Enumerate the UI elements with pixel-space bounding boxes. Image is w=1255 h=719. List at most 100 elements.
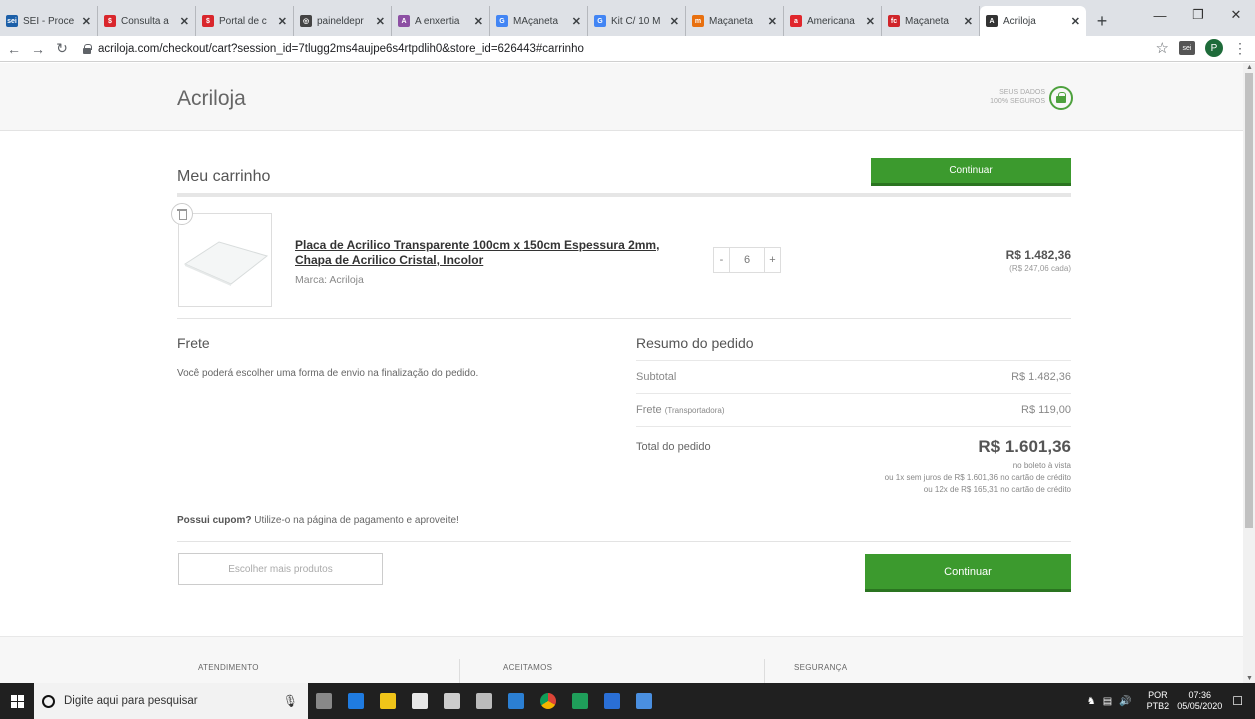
taskbar-search[interactable]: Digite aqui para pesquisar 🎙 (34, 683, 308, 719)
back-icon[interactable]: ← (4, 41, 24, 57)
address-bar: ← → ↻ acriloja.com/checkout/cart?session… (0, 36, 1255, 62)
browser-tab[interactable]: a Americana ✕ (784, 6, 882, 36)
shipping-text: Você poderá escolher uma forma de envio … (177, 368, 479, 379)
choose-more-products-button[interactable]: Escolher mais produtos (178, 553, 383, 585)
microphone-icon[interactable]: 🎙 (283, 694, 298, 708)
product-name-link[interactable]: Placa de Acrilico Transparente 100cm x 1… (295, 238, 695, 268)
tab-close-icon[interactable]: ✕ (278, 15, 287, 28)
qty-minus-button[interactable]: - (713, 247, 730, 273)
browser-tab[interactable]: G MAçaneta ✕ (490, 6, 588, 36)
windows-taskbar: Digite aqui para pesquisar 🎙 ♞ ▤ 🔊 POR P… (0, 683, 1255, 719)
taskbar-app-icon[interactable] (308, 683, 340, 719)
secure-line-2: 100% SEGUROS (990, 98, 1045, 105)
taskbar-app-icon[interactable] (404, 683, 436, 719)
tab-close-icon[interactable]: ✕ (376, 15, 385, 28)
lock-icon[interactable] (82, 43, 92, 54)
app-glyph (508, 693, 524, 709)
volume-icon[interactable]: 🔊 (1119, 696, 1131, 707)
page-scrollbar[interactable]: ▲ ▼ (1243, 63, 1255, 683)
cortana-icon (42, 694, 55, 708)
subtotal-value: R$ 1.482,36 (1011, 371, 1071, 383)
continue-top-button[interactable]: Continuar (871, 158, 1071, 186)
url-field[interactable]: acriloja.com/checkout/cart?session_id=7t… (98, 43, 584, 55)
app-glyph (604, 693, 620, 709)
browser-tab[interactable]: sei SEI - Proce ✕ (0, 6, 98, 36)
notification-icon[interactable]: ☐ (1232, 694, 1243, 708)
qty-input[interactable]: 6 (730, 247, 764, 273)
tab-favicon-icon: A (398, 15, 410, 27)
browser-tab[interactable]: m Maçaneta ✕ (686, 6, 784, 36)
tab-close-icon[interactable]: ✕ (180, 15, 189, 28)
tab-favicon-icon: ◎ (300, 15, 312, 27)
item-total-price: R$ 1.482,36 (1005, 248, 1071, 262)
product-thumbnail[interactable] (178, 213, 272, 307)
tab-title: Maçaneta (709, 15, 753, 27)
tab-favicon-icon: A (986, 15, 998, 27)
tab-close-icon[interactable]: ✕ (572, 15, 581, 28)
order-total-value: R$ 1.601,36 (978, 437, 1071, 456)
browser-tab[interactable]: A A enxertia ✕ (392, 6, 490, 36)
tab-title: Americana (807, 15, 855, 27)
tab-close-icon[interactable]: ✕ (474, 15, 483, 28)
browser-tab[interactable]: ◎ paineldepr ✕ (294, 6, 392, 36)
scroll-down-icon[interactable]: ▼ (1246, 675, 1253, 682)
browser-tab[interactable]: G Kit C/ 10 M ✕ (588, 6, 686, 36)
tab-close-icon[interactable]: ✕ (964, 15, 973, 28)
language-indicator[interactable]: POR PTB2 (1147, 690, 1170, 712)
close-window-icon[interactable]: ✕ (1217, 0, 1255, 30)
scroll-thumb[interactable] (1245, 73, 1253, 528)
reload-icon[interactable]: ↻ (52, 40, 72, 57)
cart-title: Meu carrinho (177, 168, 271, 185)
taskbar-app-icon[interactable] (468, 683, 500, 719)
taskbar-app-icon[interactable] (628, 683, 660, 719)
tab-title: Portal de c (219, 15, 267, 27)
bookmark-star-icon[interactable]: ☆ (1156, 39, 1169, 57)
taskbar-app-icon[interactable] (340, 683, 372, 719)
tab-close-icon[interactable]: ✕ (82, 15, 91, 28)
new-tab-button[interactable]: + (1090, 6, 1114, 36)
network-icon[interactable]: ▤ (1103, 696, 1112, 707)
qty-plus-button[interactable]: + (764, 247, 781, 273)
restore-icon[interactable]: ❐ (1179, 0, 1217, 30)
browser-tab[interactable]: $ Consulta a ✕ (98, 6, 196, 36)
site-footer: ATENDIMENTO ACEITAMOS SEGURANÇA (0, 636, 1243, 683)
menu-kebab-icon[interactable]: ⋮ (1233, 40, 1247, 57)
site-logo[interactable]: Acriloja (177, 87, 246, 111)
tab-favicon-icon: a (790, 15, 802, 27)
tab-favicon-icon: $ (104, 15, 116, 27)
browser-tab[interactable]: $ Portal de c ✕ (196, 6, 294, 36)
divider (636, 426, 1071, 427)
taskbar-app-icon[interactable] (596, 683, 628, 719)
profile-avatar[interactable]: P (1205, 39, 1223, 57)
tab-close-icon[interactable]: ✕ (1071, 15, 1080, 28)
tab-title: Acriloja (1003, 15, 1036, 27)
taskbar-apps (308, 683, 660, 719)
forward-icon[interactable]: → (28, 41, 48, 57)
browser-tab[interactable]: fc Maçaneta ✕ (882, 6, 980, 36)
taskbar-app-icon[interactable] (372, 683, 404, 719)
taskbar-app-icon[interactable] (436, 683, 468, 719)
scroll-up-icon[interactable]: ▲ (1246, 64, 1253, 71)
browser-tab[interactable]: A Acriloja ✕ (980, 6, 1086, 36)
taskbar-app-icon[interactable] (500, 683, 532, 719)
tab-favicon-icon: m (692, 15, 704, 27)
minimize-icon[interactable]: — (1141, 0, 1179, 30)
continue-bottom-button[interactable]: Continuar (865, 554, 1071, 592)
taskbar-app-icon[interactable] (564, 683, 596, 719)
clock[interactable]: 07:36 05/05/2020 (1177, 690, 1222, 712)
taskbar-app-icon[interactable] (532, 683, 564, 719)
app-glyph (348, 693, 364, 709)
payment-note-12x: ou 12x de R$ 165,31 no cartão de crédito (923, 485, 1071, 494)
extension-icon[interactable]: sei (1179, 41, 1195, 55)
people-icon[interactable]: ♞ (1087, 696, 1096, 707)
system-tray: ♞ ▤ 🔊 POR PTB2 07:36 05/05/2020 ☐ (1087, 683, 1255, 719)
trash-icon[interactable] (171, 203, 193, 225)
windows-start-icon[interactable] (0, 683, 34, 719)
tab-close-icon[interactable]: ✕ (866, 15, 875, 28)
tab-close-icon[interactable]: ✕ (670, 15, 679, 28)
acrylic-sheet-image (183, 241, 269, 286)
shipping-title: Frete (177, 335, 210, 351)
divider (636, 360, 1071, 361)
footer-separator (459, 659, 460, 683)
tab-close-icon[interactable]: ✕ (768, 15, 777, 28)
